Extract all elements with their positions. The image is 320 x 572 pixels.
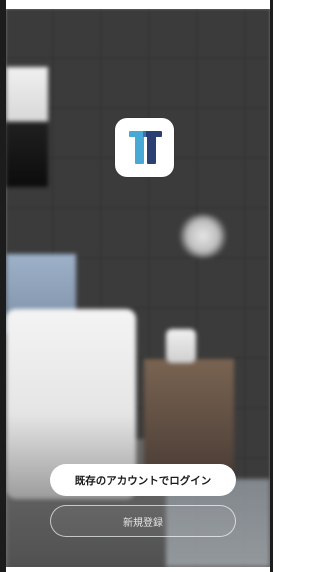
top-frame (0, 0, 273, 9)
right-frame (270, 0, 273, 572)
background-nightstand (144, 359, 234, 469)
app-logo-icon (128, 130, 162, 164)
login-existing-account-button[interactable]: 既存のアカウントでログイン (50, 464, 236, 496)
register-button[interactable]: 新規登録 (50, 505, 236, 537)
background-candle (166, 329, 196, 363)
welcome-screen: 既存のアカウントでログイン 新規登録 (6, 9, 270, 567)
background-wall-art (6, 67, 48, 187)
app-logo (115, 118, 174, 177)
background-lamp (176, 214, 230, 258)
